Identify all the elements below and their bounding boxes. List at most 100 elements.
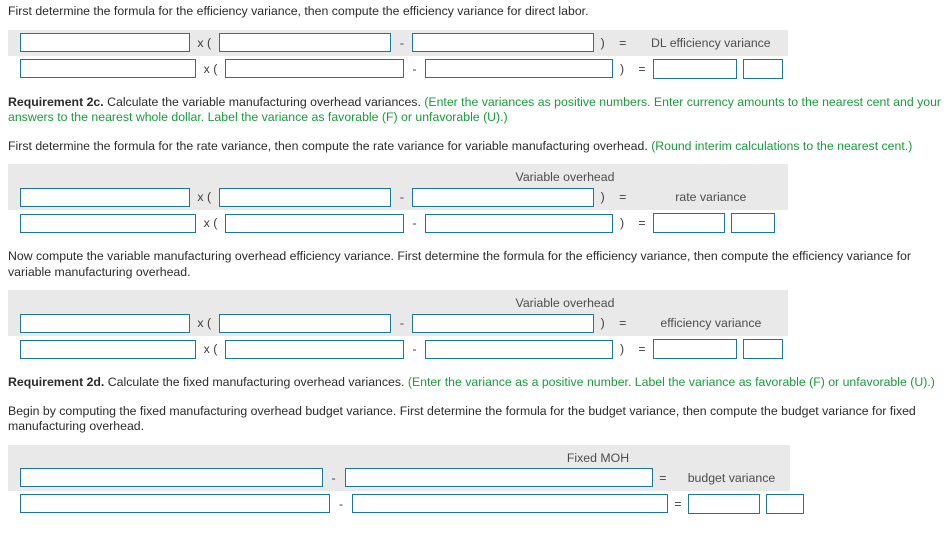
close-paren-1: ): [600, 190, 605, 204]
formula-input-3[interactable]: [412, 187, 594, 207]
answer-input-2[interactable]: [352, 494, 668, 513]
equals-sign-1: =: [619, 35, 627, 50]
formula-cell-1: [20, 184, 190, 210]
variance-label-input[interactable]: [766, 493, 804, 514]
variance-caption-line2: rate variance: [675, 190, 747, 204]
formula-cell-2: [218, 184, 392, 210]
intro-vmoh-rate-body: First determine the formula for the rate…: [8, 138, 652, 153]
variance-amount-input[interactable]: [653, 213, 725, 233]
minus-sign-2: -: [412, 342, 417, 356]
answer-cell-2: [225, 336, 404, 362]
close-paren-2: ): [619, 216, 625, 230]
minus-sign-1: -: [399, 316, 404, 330]
equals-sign-2: =: [638, 342, 646, 356]
formula-input-1[interactable]: [20, 187, 190, 207]
answer-cell-2: [225, 56, 404, 82]
formula-input-1[interactable]: [20, 33, 190, 52]
answer-row: x ( - ) =: [8, 56, 942, 82]
answer-input-3[interactable]: [425, 339, 613, 359]
formula-cell-2: [218, 30, 392, 56]
formula-cell-1: [20, 465, 323, 491]
formula-input-3[interactable]: [412, 33, 594, 52]
times-open-paren-1: x (: [197, 190, 212, 204]
formula-input-2[interactable]: [218, 187, 392, 207]
variance-caption-line1: Fixed MOH: [566, 450, 630, 465]
minus-sign-1: -: [399, 190, 404, 204]
intro-text-fmoh-budget: Begin by computing the fixed manufacturi…: [8, 403, 916, 434]
formula-input-2[interactable]: [218, 33, 392, 52]
formula-row: - = budget variance: [8, 464, 790, 491]
requirement-2c-text: Requirement 2c. Calculate the variable m…: [8, 95, 942, 126]
requirement-2c-label: Requirement 2c.: [8, 94, 104, 109]
answer-input-2[interactable]: [225, 59, 404, 78]
variance-amount-input[interactable]: [653, 58, 737, 79]
equals-sign-1: =: [619, 316, 627, 330]
variance-table-vmoh-efficiency: Variable overhead x ( - ) = efficiency v…: [8, 290, 942, 362]
answer-input-1[interactable]: [20, 59, 196, 78]
close-paren-1: ): [600, 35, 605, 50]
minus-sign-1: -: [399, 35, 404, 50]
answer-input-3[interactable]: [425, 59, 613, 78]
minus-sign-2: -: [338, 496, 344, 511]
minus-sign-2: -: [412, 61, 417, 76]
intro-text-vmoh-efficiency: Now compute the variable manufacturing o…: [8, 249, 911, 279]
variance-label-input[interactable]: [731, 213, 775, 233]
intro-vmoh-rate-note: (Round interim calculations to the neare…: [651, 138, 913, 153]
equals-sign-2: =: [638, 61, 646, 76]
answer-cell-1: [20, 210, 196, 236]
caption-row-fmoh-budget: Fixed MOH: [8, 444, 790, 465]
variance-table-vmoh-rate: Variable overhead x ( - ) = rate varianc…: [8, 164, 942, 236]
answer-cell-2: [352, 491, 668, 517]
close-paren-2: ): [619, 61, 625, 76]
answer-cell-1: [20, 56, 196, 82]
formula-cell-1: [20, 310, 190, 336]
equals-sign-1: =: [619, 190, 627, 204]
formula-cell-1: [20, 30, 190, 56]
close-paren-1: ): [600, 316, 605, 330]
formula-cell-2: [218, 310, 392, 336]
variance-amount-input[interactable]: [688, 493, 760, 514]
answer-input-2[interactable]: [225, 213, 404, 233]
formula-row: x ( - ) = rate variance: [8, 184, 788, 210]
requirement-2d-label: Requirement 2d.: [8, 375, 105, 389]
close-paren-2: ): [619, 342, 625, 356]
answer-row: x ( - ) =: [8, 336, 942, 362]
minus-sign-2: -: [412, 216, 417, 230]
answer-row: x ( - ) =: [8, 210, 942, 236]
worksheet-page: First determine the formula for the effi…: [0, 0, 950, 517]
formula-input-2[interactable]: [218, 313, 392, 333]
requirement-2d-note: (Enter the variance as a positive number…: [407, 375, 935, 389]
result-cells: [653, 210, 813, 236]
formula-cell-3: [412, 184, 594, 210]
result-cells: [688, 491, 808, 517]
variance-caption-line1: Variable overhead: [515, 296, 615, 310]
requirement-2d-text: Requirement 2d. Calculate the fixed manu…: [8, 375, 942, 391]
formula-cell-3: [412, 310, 594, 336]
variance-label-input[interactable]: [743, 339, 783, 359]
requirement-2c-body: Calculate the variable manufacturing ove…: [103, 94, 425, 109]
answer-row: - =: [8, 491, 942, 517]
answer-input-3[interactable]: [425, 213, 613, 233]
formula-row: x ( - ) = DL efficiency variance: [8, 29, 788, 56]
variance-caption-line2: budget variance: [687, 470, 776, 485]
variance-table-dl-efficiency: x ( - ) = DL efficiency variance x ( -)…: [8, 29, 942, 82]
variance-amount-input[interactable]: [653, 339, 737, 359]
variance-caption-line1: Variable overhead: [515, 170, 615, 184]
variance-caption-line2: DL efficiency variance: [651, 35, 771, 50]
formula-input-1[interactable]: [20, 468, 323, 487]
answer-input-1[interactable]: [20, 494, 330, 513]
caption-row-vmoh-rate: Variable overhead: [8, 164, 788, 184]
equals-sign-1: =: [659, 470, 667, 485]
variance-label-input[interactable]: [743, 58, 783, 79]
answer-input-1[interactable]: [20, 213, 196, 233]
formula-input-2[interactable]: [344, 468, 653, 487]
formula-input-3[interactable]: [412, 313, 594, 333]
answer-cell-3: [425, 210, 613, 236]
answer-input-2[interactable]: [225, 339, 404, 359]
minus-sign-1: -: [331, 470, 336, 485]
intro-text-dl-efficiency: First determine the formula for the effi…: [8, 4, 589, 18]
result-cells: [653, 56, 813, 82]
answer-input-1[interactable]: [20, 339, 196, 359]
formula-input-1[interactable]: [20, 313, 190, 333]
variance-caption-line2: efficiency variance: [660, 316, 762, 330]
